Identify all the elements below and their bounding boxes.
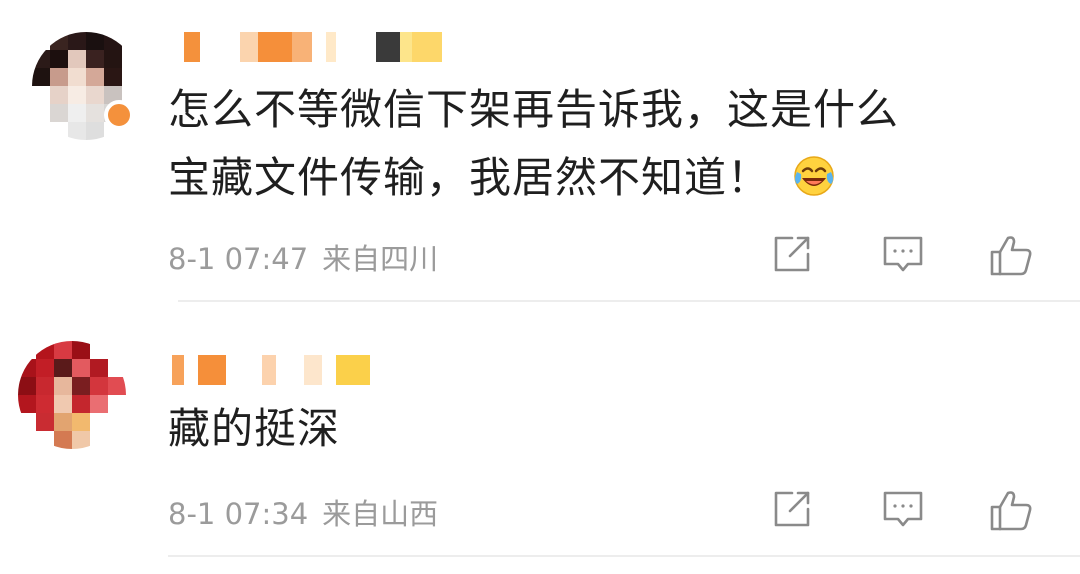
comment-text-line: 藏的挺深 [168,404,341,453]
like-icon[interactable] [988,232,1034,278]
avatar-badge [104,100,134,130]
comment-text-line: 怎么不等微信下架再告诉我，这是什么 [168,85,900,134]
username-mosaic[interactable] [170,32,442,62]
comment-meta: 8-1 07:34 来自山西 [168,491,438,533]
share-icon[interactable] [768,487,814,533]
comment-time: 8-1 07:34 [168,497,309,531]
divider [168,555,1080,557]
comment-item: 怎么不等微信下架再告诉我，这是什么 宝藏文件传输，我居然不知道！ 8-1 07:… [0,0,1080,302]
comment-item: 藏的挺深 8-1 07:34 来自山西 [0,303,1080,558]
comment-location: 来自山西 [322,497,439,531]
like-icon[interactable] [988,487,1034,533]
comment-time: 8-1 07:47 [168,242,309,276]
reply-icon[interactable] [880,487,926,533]
comment-meta: 8-1 07:47 来自四川 [168,236,438,278]
share-icon[interactable] [768,232,814,278]
username-mosaic[interactable] [172,355,370,385]
comment-text: 藏的挺深 [168,395,340,463]
comment-text: 怎么不等微信下架再告诉我，这是什么 宝藏文件传输，我居然不知道！ [168,76,899,212]
comment-location: 来自四川 [322,242,439,276]
reply-icon[interactable] [880,232,926,278]
comment-text-line: 宝藏文件传输，我居然不知道！ [168,144,899,212]
laugh-cry-icon [794,156,834,196]
divider [178,300,1080,302]
avatar[interactable] [18,341,126,449]
comment-text-line-content: 宝藏文件传输，我居然不知道！ [168,153,771,202]
